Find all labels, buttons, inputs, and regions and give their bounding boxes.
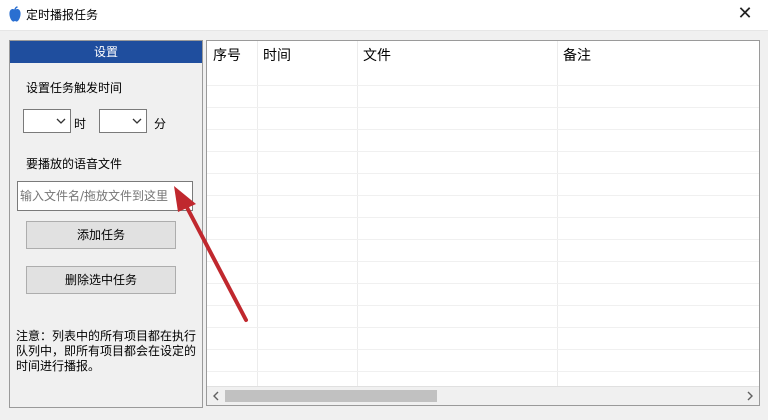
row-gridline	[207, 327, 759, 328]
column-header-file[interactable]: 文件	[357, 41, 557, 71]
row-gridline	[207, 129, 759, 130]
horizontal-scrollbar[interactable]	[207, 386, 759, 405]
column-header-time[interactable]: 时间	[257, 41, 357, 71]
queue-note: 注意：列表中的所有项目都在执行队列中，即所有项目都会在设定的时间进行播报。	[16, 329, 197, 373]
row-gridline	[207, 195, 759, 196]
row-gridline	[207, 371, 759, 372]
title-bar: 定时播报任务 ✕	[0, 0, 768, 31]
row-gridline	[207, 283, 759, 284]
app-icon	[9, 6, 21, 22]
chevron-down-icon	[132, 118, 142, 124]
column-divider	[257, 41, 258, 387]
row-gridline	[207, 239, 759, 240]
scroll-right-icon[interactable]	[743, 389, 757, 403]
add-task-button[interactable]: 添加任务	[26, 221, 176, 249]
voice-file-input[interactable]	[17, 181, 193, 211]
scroll-left-icon[interactable]	[209, 389, 223, 403]
column-divider	[357, 41, 358, 387]
settings-panel: 设置 设置任务触发时间 时 分 要播放的语音文件 添加任务 删除选中任务 注意：…	[9, 40, 203, 408]
minute-select[interactable]	[99, 109, 147, 133]
voice-file-label: 要播放的语音文件	[26, 157, 123, 171]
chevron-down-icon	[56, 118, 66, 124]
row-gridline	[207, 85, 759, 86]
settings-header: 设置	[10, 41, 202, 63]
row-gridline	[207, 107, 759, 108]
hour-unit-label: 时	[74, 117, 87, 131]
scrollbar-thumb[interactable]	[225, 390, 437, 402]
delete-selected-task-button[interactable]: 删除选中任务	[26, 266, 176, 294]
column-header-note[interactable]: 备注	[557, 41, 757, 71]
window-title: 定时播报任务	[26, 8, 99, 22]
hour-select[interactable]	[23, 109, 71, 133]
row-gridline	[207, 151, 759, 152]
row-gridline	[207, 173, 759, 174]
minute-unit-label: 分	[154, 117, 167, 131]
close-button[interactable]: ✕	[722, 0, 768, 30]
row-gridline	[207, 261, 759, 262]
trigger-time-label: 设置任务触发时间	[26, 81, 123, 95]
row-gridline	[207, 305, 759, 306]
row-gridline	[207, 217, 759, 218]
column-header-index[interactable]: 序号	[207, 41, 257, 71]
row-gridline	[207, 349, 759, 350]
close-icon: ✕	[737, 3, 753, 24]
task-list[interactable]: 序号 时间 文件 备注	[206, 40, 760, 406]
column-divider	[557, 41, 558, 387]
